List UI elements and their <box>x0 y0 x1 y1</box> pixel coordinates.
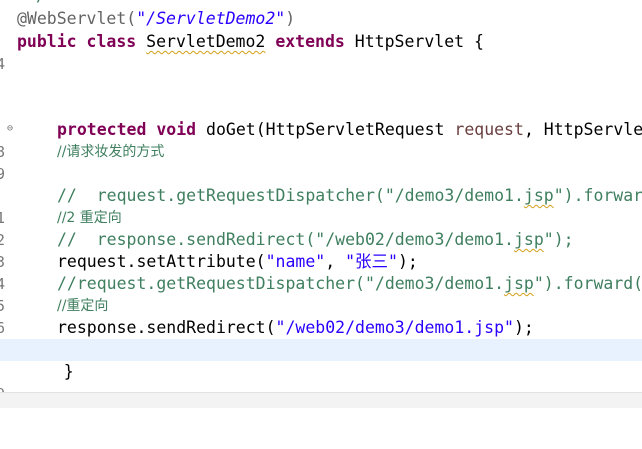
comment-token: //request.getRequestDispatcher("/demo3/d… <box>57 273 642 295</box>
keyword-token: public <box>17 32 77 51</box>
code-text: request.setAttribute("name", "张三"); <box>57 251 418 273</box>
comment-token: "); <box>543 230 574 249</box>
comment-token: // request.getRequestDispatcher("/demo3/… <box>57 186 524 205</box>
keyword-token: protected <box>57 120 147 139</box>
comment-token: ").forward( <box>533 274 642 293</box>
code-line[interactable]: 2 //2 重定向 <box>0 207 642 249</box>
method-signature-token: , HttpServle <box>523 120 642 139</box>
code-text: / <box>36 0 46 7</box>
code-line[interactable]: 9 } <box>0 361 642 403</box>
code-line[interactable] <box>0 75 642 97</box>
annotation-token: ) <box>285 9 296 28</box>
code-line[interactable]: 5 //request.getRequestDispatcher("/demo3… <box>0 273 642 315</box>
code-line[interactable] <box>0 97 642 119</box>
code-line[interactable] <box>0 53 642 75</box>
method-call-token: response.sendRedirect( <box>57 318 276 337</box>
string-token: "/ServletDemo2" <box>136 9 286 28</box>
code-text: ); <box>397 252 418 271</box>
code-text: } <box>24 362 74 381</box>
keyword-token: void <box>156 120 197 139</box>
horizontal-scrollbar[interactable] <box>0 392 642 408</box>
annotation-token: @WebServlet( <box>17 9 137 28</box>
code-line[interactable]: / <box>0 0 642 7</box>
code-line[interactable]: 1 // request.getRequestDispatcher("/demo… <box>0 185 642 227</box>
code-editor[interactable]: / @WebServlet("/ServletDemo2") 4 public … <box>0 0 642 408</box>
comment-token: // request.getRequestDispatcher("/demo3/… <box>57 185 642 207</box>
code-text: response.sendRedirect("/web02/demo3/demo… <box>57 317 534 339</box>
fold-collapse-icon[interactable]: ⊖ <box>5 124 15 134</box>
code-line[interactable]: 4 public class ServletDemo2 extends Http… <box>0 31 642 73</box>
keyword-token: extends <box>275 32 345 51</box>
comment-token: jsp <box>513 230 544 249</box>
code-line[interactable]: 7 response.sendRedirect("/web02/demo3/de… <box>0 317 642 359</box>
class-name-token: ServletDemo2 <box>146 32 266 51</box>
code-line[interactable]: 6 //重定向 <box>0 295 642 337</box>
comment-token: //请求妆发的方式 <box>57 144 165 160</box>
comment-token: jsp <box>523 186 554 205</box>
comment-token: //重定向 <box>57 298 109 314</box>
code-line[interactable]: 8 ⊖ protected void doGet(HttpServletRequ… <box>0 119 642 161</box>
method-signature-token: doGet(HttpServletRequest <box>206 120 455 139</box>
current-code-line[interactable] <box>0 339 642 361</box>
code-line[interactable]: 4 request.setAttribute("name", "张三"); <box>0 251 642 293</box>
code-text: , <box>325 252 346 271</box>
keyword-token: class <box>86 32 137 51</box>
comment-token: //request.getRequestDispatcher("/demo3/d… <box>57 274 505 293</box>
string-token: "张三" <box>345 252 398 271</box>
comment-token: //2 重定向 <box>57 210 122 226</box>
code-line[interactable]: @WebServlet("/ServletDemo2") <box>0 8 642 30</box>
code-line[interactable] <box>0 163 642 185</box>
comment-token: // response.sendRedirect("/web02/demo3/d… <box>57 229 574 251</box>
comment-token: ").forwar <box>553 186 642 205</box>
code-text: ); <box>513 318 534 337</box>
code-text: public class ServletDemo2 extends HttpSe… <box>17 31 484 53</box>
parameter-token: request <box>454 120 524 139</box>
method-call-token: request.setAttribute( <box>57 252 266 271</box>
code-line[interactable]: 9 //请求妆发的方式 <box>0 141 642 183</box>
parent-class-token: HttpServlet { <box>354 32 484 51</box>
code-text: protected void doGet(HttpServletRequest … <box>57 119 642 141</box>
comment-token: jsp <box>504 274 534 293</box>
string-token: "/web02/demo3/demo1.jsp" <box>275 318 514 337</box>
code-line[interactable]: 3 // response.sendRedirect("/web02/demo3… <box>0 229 642 271</box>
comment-token: // response.sendRedirect("/web02/demo3/d… <box>57 230 514 249</box>
code-text: @WebServlet("/ServletDemo2") <box>17 8 295 30</box>
string-token: "name" <box>265 252 326 271</box>
